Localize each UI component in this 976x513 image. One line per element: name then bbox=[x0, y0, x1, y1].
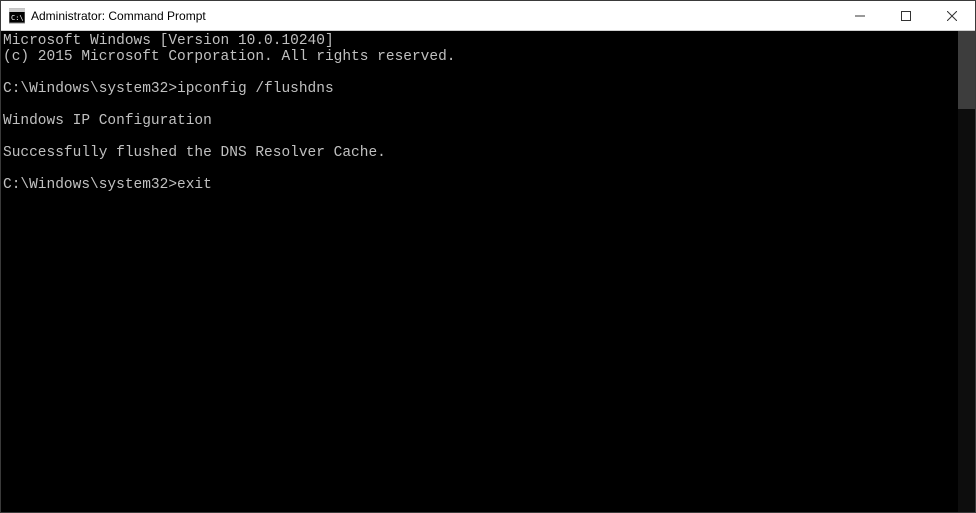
window-controls bbox=[837, 1, 975, 30]
vertical-scrollbar[interactable] bbox=[958, 31, 975, 512]
terminal-line bbox=[3, 65, 958, 81]
terminal-line bbox=[3, 97, 958, 113]
terminal-line: Windows IP Configuration bbox=[3, 113, 958, 129]
scrollbar-thumb[interactable] bbox=[958, 31, 975, 109]
terminal-line: C:\Windows\system32>ipconfig /flushdns bbox=[3, 81, 958, 97]
terminal-line: (c) 2015 Microsoft Corporation. All righ… bbox=[3, 49, 958, 65]
terminal-line: Microsoft Windows [Version 10.0.10240] bbox=[3, 33, 958, 49]
window-title: Administrator: Command Prompt bbox=[31, 9, 206, 23]
terminal-line bbox=[3, 161, 958, 177]
command-prompt-window: C:\ Administrator: Command Prompt Micros… bbox=[0, 0, 976, 513]
terminal-line: Successfully flushed the DNS Resolver Ca… bbox=[3, 145, 958, 161]
terminal-output[interactable]: Microsoft Windows [Version 10.0.10240](c… bbox=[1, 31, 958, 512]
minimize-button[interactable] bbox=[837, 1, 883, 30]
client-area: Microsoft Windows [Version 10.0.10240](c… bbox=[1, 31, 975, 512]
terminal-line bbox=[3, 129, 958, 145]
cmd-icon: C:\ bbox=[9, 8, 25, 24]
terminal-line: C:\Windows\system32>exit bbox=[3, 177, 958, 193]
close-button[interactable] bbox=[929, 1, 975, 30]
titlebar[interactable]: C:\ Administrator: Command Prompt bbox=[1, 1, 975, 31]
maximize-button[interactable] bbox=[883, 1, 929, 30]
svg-text:C:\: C:\ bbox=[11, 14, 24, 22]
